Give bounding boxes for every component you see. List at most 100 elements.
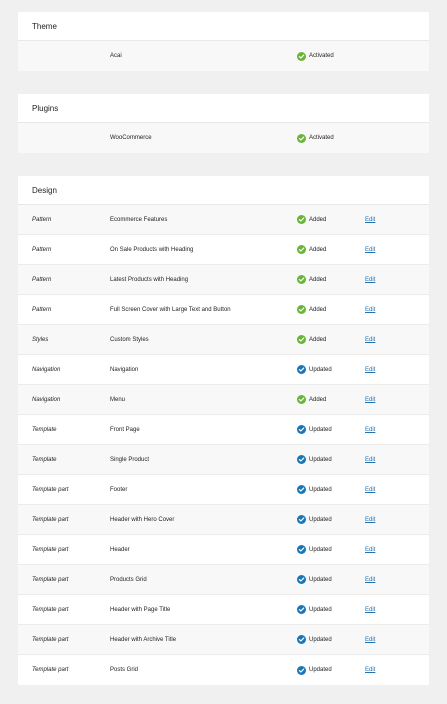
item-name: Ecommerce Features	[110, 216, 168, 223]
check-circle-blue-icon	[297, 455, 306, 464]
item-name: Posts Grid	[110, 667, 139, 673]
status-badge: Added	[297, 205, 326, 234]
status-label: Added	[309, 306, 327, 313]
check-circle-green-icon	[297, 335, 306, 344]
edit-link[interactable]: Edit	[365, 655, 375, 685]
edit-link[interactable]: Edit	[365, 445, 375, 474]
edit-link[interactable]: Edit	[365, 475, 375, 504]
item-name: Front Page	[110, 426, 140, 433]
design-row: Template part Products Grid Updated Edit	[18, 565, 429, 595]
check-circle-blue-icon	[297, 605, 306, 614]
item-name: Latest Products with Heading	[110, 276, 189, 283]
status-label: Activated	[309, 135, 334, 141]
design-row: Template part Header Updated Edit	[18, 535, 429, 565]
edit-link[interactable]: Edit	[365, 325, 375, 354]
edit-link[interactable]: Edit	[365, 355, 375, 384]
status-label: Updated	[309, 667, 332, 673]
design-row: Pattern Latest Products with Heading Added…	[18, 265, 429, 295]
check-circle-green-icon	[297, 275, 306, 284]
check-circle-blue-icon	[297, 365, 306, 374]
edit-link[interactable]: Edit	[365, 415, 375, 444]
status-badge: Updated	[297, 625, 332, 654]
item-name: Single Product	[110, 456, 150, 463]
item-type: Styles	[32, 336, 49, 343]
status-label: Added	[309, 276, 327, 283]
status-badge: Updated	[297, 445, 332, 474]
plugins-rows: WooCommerce Activated	[18, 123, 429, 153]
edit-link[interactable]: Edit	[365, 535, 375, 564]
design-rows: Pattern Ecommerce Features Added Edit Patter…	[18, 205, 429, 685]
edit-link[interactable]: Edit	[365, 625, 375, 654]
item-type: Template part	[32, 606, 69, 613]
status-label: Updated	[309, 516, 332, 523]
item-name: Menu	[110, 396, 126, 403]
design-row: Styles Custom Styles Added Edit	[18, 325, 429, 355]
status-label: Added	[309, 396, 327, 403]
item-name: On Sale Products with Heading	[110, 246, 194, 253]
edit-link[interactable]: Edit	[365, 295, 375, 324]
design-row: Template part Footer Updated Edit	[18, 475, 429, 505]
edit-link[interactable]: Edit	[365, 565, 375, 594]
theme-rows: Acai Activated	[18, 41, 429, 71]
item-name: Header with Archive Title	[110, 636, 177, 643]
design-row: Template part Posts Grid Updated Edit	[18, 655, 429, 685]
item-name: WooCommerce	[110, 135, 152, 141]
status-label: Updated	[309, 576, 332, 583]
status-badge: Updated	[297, 505, 332, 534]
status-badge: Updated	[297, 475, 332, 504]
item-type: Navigation	[32, 366, 61, 373]
status-badge: Added	[297, 325, 326, 354]
status-label: Added	[309, 216, 327, 223]
status-badge: Updated	[297, 535, 332, 564]
item-type: Template part	[32, 636, 69, 643]
edit-link[interactable]: Edit	[365, 265, 375, 294]
design-row: Template Single Product Updated Edit	[18, 445, 429, 475]
status-label: Activated	[309, 53, 334, 59]
design-row: Template part Header with Page Title Updat…	[18, 595, 429, 625]
status-badge: Added	[297, 295, 326, 324]
status-badge: Updated	[297, 595, 332, 624]
design-row: Template Front Page Updated Edit	[18, 415, 429, 445]
design-row: Template part Header with Archive Title Up…	[18, 625, 429, 655]
status-badge: Added	[297, 265, 326, 294]
check-circle-blue-icon	[297, 575, 306, 584]
plugins-heading: Plugins	[18, 94, 429, 123]
check-circle-blue-icon	[297, 425, 306, 434]
check-circle-blue-icon	[297, 635, 306, 644]
check-circle-green-icon	[297, 51, 306, 61]
design-row: Template part Header with Hero Cover Updat…	[18, 505, 429, 535]
check-circle-green-icon	[297, 133, 306, 143]
theme-card: Theme Acai Activated	[18, 12, 429, 71]
edit-link[interactable]: Edit	[365, 385, 375, 414]
item-type: Pattern	[32, 216, 52, 223]
status-label: Updated	[309, 636, 332, 643]
item-type: Template part	[32, 486, 69, 493]
item-type: Template part	[32, 576, 69, 583]
design-row: Pattern Ecommerce Features Added Edit	[18, 205, 429, 235]
item-type: Template part	[32, 546, 69, 553]
status-badge: Updated	[297, 565, 332, 594]
check-circle-green-icon	[297, 245, 306, 254]
status-label: Updated	[309, 366, 332, 373]
status-label: Added	[309, 336, 327, 343]
status-badge: Activated	[297, 41, 334, 71]
item-name: Custom Styles	[110, 336, 149, 343]
design-row: Navigation Navigation Updated Edit	[18, 355, 429, 385]
status-label: Updated	[309, 486, 332, 493]
item-name: Header with Page Title	[110, 606, 171, 613]
edit-link[interactable]: Edit	[365, 235, 375, 264]
item-name: Acai	[110, 53, 122, 59]
design-heading: Design	[18, 176, 429, 205]
status-badge: Updated	[297, 415, 332, 444]
status-label: Updated	[309, 606, 332, 613]
edit-link[interactable]: Edit	[365, 505, 375, 534]
edit-link[interactable]: Edit	[365, 205, 375, 234]
edit-link[interactable]: Edit	[365, 595, 375, 624]
item-type: Template	[32, 456, 57, 463]
check-circle-green-icon	[297, 215, 306, 224]
status-label: Updated	[309, 546, 332, 553]
item-type: Navigation	[32, 396, 61, 403]
design-row: Pattern Full Screen Cover with Large Text…	[18, 295, 429, 325]
status-badge: Updated	[297, 655, 332, 685]
item-type: Pattern	[32, 276, 52, 283]
